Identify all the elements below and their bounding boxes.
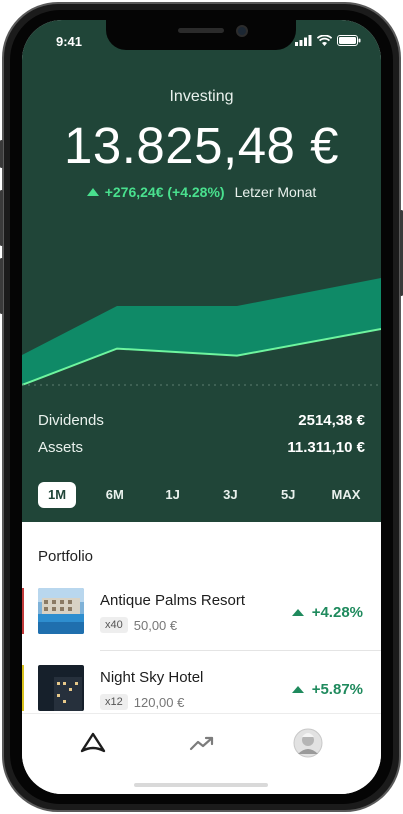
list-item[interactable]: Night Sky Hotel x12 120,00 € +5.87% (22, 657, 381, 717)
assets-value: 11.311,10 € (287, 439, 365, 456)
item-change: +4.28% (291, 604, 363, 621)
item-name: Night Sky Hotel (100, 669, 204, 686)
chart-area (22, 278, 381, 385)
item-quantity: x40 (100, 617, 128, 633)
tab-profile[interactable] (292, 728, 324, 758)
profile-avatar (293, 728, 323, 758)
volume-up-button (0, 190, 3, 246)
hotel-thumbnail (38, 665, 84, 711)
up-arrow-icon (291, 686, 304, 693)
change-period: Letzer Monat (234, 184, 317, 200)
item-price: 50,00 € (133, 617, 178, 633)
volume-down-button (0, 258, 3, 314)
dividends-label: Dividends (38, 412, 104, 429)
range-1j[interactable]: 1J (154, 482, 192, 508)
status-icons (295, 35, 361, 46)
item-name: Antique Palms Resort (100, 592, 246, 609)
range-3j[interactable]: 3J (211, 482, 249, 508)
item-accent (22, 665, 24, 711)
list-item[interactable]: Antique Palms Resort x40 50,00 € +4.28% (22, 580, 381, 640)
notch (106, 20, 296, 50)
page-title: Investing (169, 88, 234, 105)
trend-icon (189, 736, 214, 751)
range-max[interactable]: MAX (327, 482, 365, 508)
investing-header: 9:41 Investing 13.825,48 € +276,24€ (+4.… (22, 20, 381, 522)
range-5j[interactable]: 5J (269, 482, 307, 508)
up-arrow-icon (86, 188, 99, 196)
assets-label: Assets (38, 439, 84, 456)
up-arrow-icon (291, 609, 304, 616)
item-change-value: +4.28% (311, 604, 363, 621)
home-indicator (134, 783, 268, 787)
mute-switch (0, 140, 3, 168)
battery-icon (337, 35, 361, 46)
item-meta: x12 120,00 € (100, 694, 184, 710)
item-price: 120,00 € (133, 694, 185, 710)
dividends-row: Dividends 2514,38 € (38, 412, 365, 429)
range-6m[interactable]: 6M (96, 482, 134, 508)
assets-row: Assets 11.311,10 € (38, 439, 365, 456)
wifi-icon (317, 35, 332, 46)
app-screen: 9:41 Investing 13.825,48 € +276,24€ (+4.… (22, 20, 381, 794)
divider (100, 650, 381, 651)
tab-trends[interactable] (186, 728, 218, 758)
total-change: +276,24€ (+4.28%) Letzer Monat (22, 184, 381, 200)
item-accent (22, 588, 24, 634)
item-change: +5.87% (291, 681, 363, 698)
resort-thumbnail (38, 588, 84, 634)
item-change-value: +5.87% (311, 681, 363, 698)
home-icon (80, 732, 106, 753)
item-meta: x40 50,00 € (100, 617, 177, 633)
performance-chart (22, 278, 381, 386)
speaker (178, 28, 224, 33)
portfolio-title: Portfolio (38, 548, 94, 565)
tab-bar (22, 713, 381, 794)
tab-home[interactable] (77, 728, 109, 758)
signal-icon (295, 35, 312, 46)
range-1m[interactable]: 1M (38, 482, 76, 508)
status-time: 9:41 (56, 34, 83, 49)
change-value: +276,24€ (+4.28%) (104, 184, 225, 200)
dividends-value: 2514,38 € (298, 412, 365, 429)
portfolio-total: 13.825,48 € (64, 117, 339, 174)
range-selector: 1M 6M 1J 3J 5J MAX (38, 482, 365, 508)
item-quantity: x12 (100, 694, 128, 710)
front-camera (236, 25, 248, 37)
